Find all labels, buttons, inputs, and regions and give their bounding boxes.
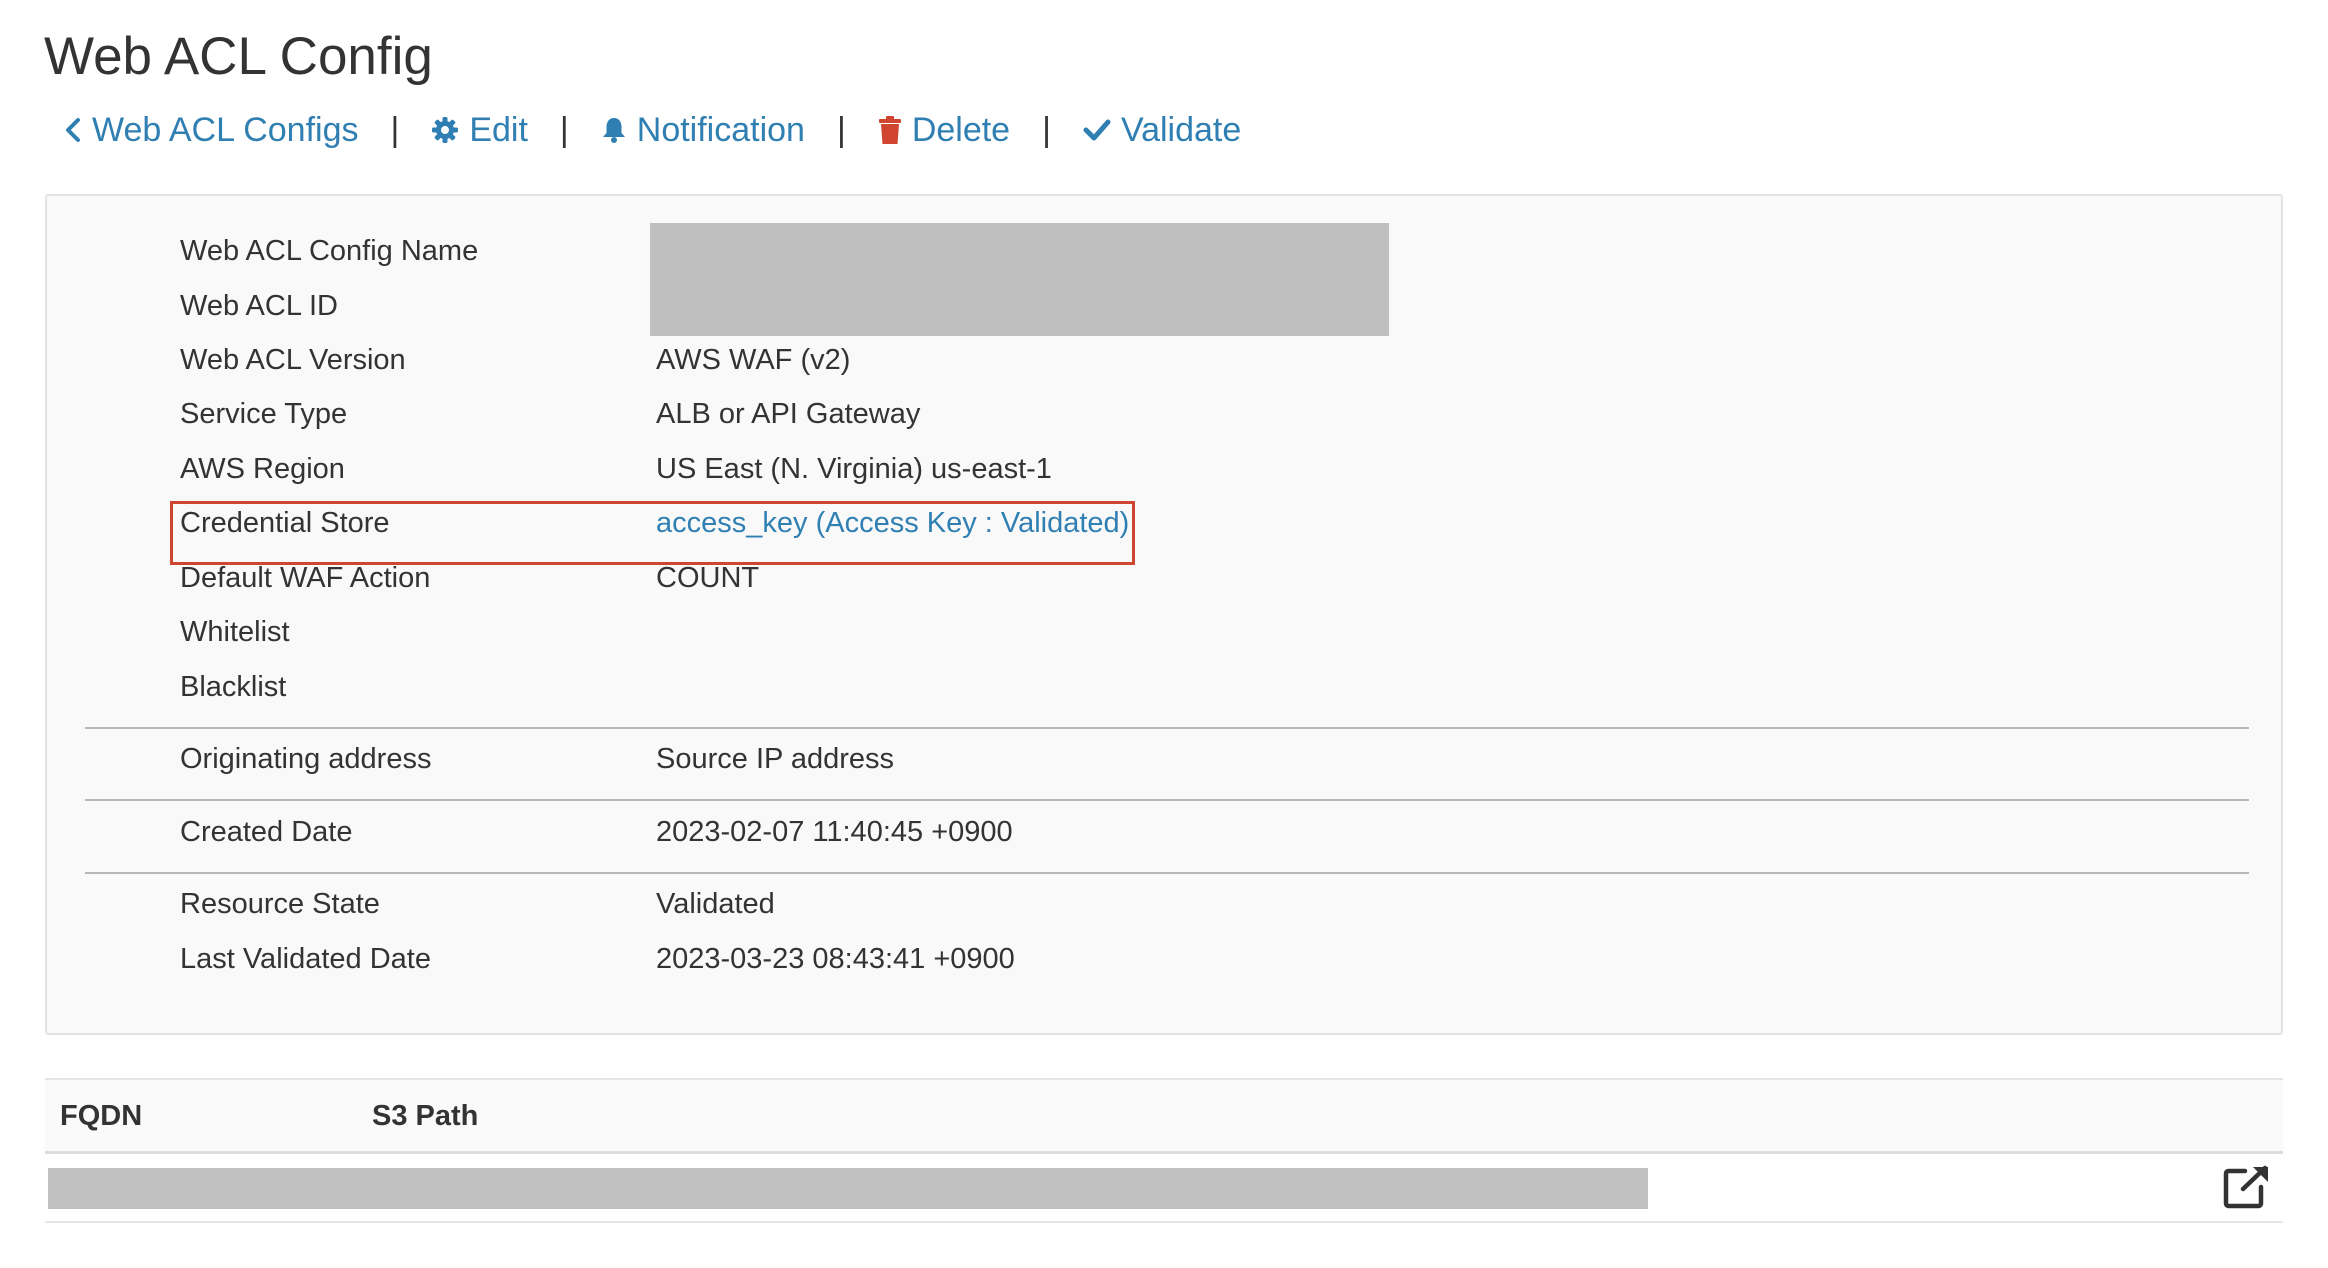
fqdn-table: FQDN S3 Path bbox=[45, 1078, 2283, 1223]
detail-label: Last Validated Date bbox=[180, 943, 431, 975]
notification-button[interactable]: Notification bbox=[601, 111, 805, 150]
section-divider bbox=[85, 799, 2249, 801]
detail-label: Web ACL ID bbox=[180, 290, 338, 322]
column-header-s3-path[interactable]: S3 Path bbox=[372, 1080, 478, 1152]
external-link-icon[interactable] bbox=[2223, 1165, 2271, 1209]
action-separator: | bbox=[559, 110, 569, 149]
gear-icon bbox=[431, 116, 469, 144]
detail-row-web-acl-version: Web ACL Version AWS WAF (v2) bbox=[47, 333, 2281, 387]
chevron-left-icon bbox=[64, 117, 92, 143]
detail-row-default-waf-action: Default WAF Action COUNT bbox=[47, 551, 2281, 605]
edit-button[interactable]: Edit bbox=[431, 111, 528, 150]
section-divider bbox=[85, 727, 2249, 729]
bell-icon bbox=[601, 116, 637, 144]
detail-value: Source IP address bbox=[656, 743, 895, 775]
detail-value: Validated bbox=[656, 888, 775, 920]
detail-label: Web ACL Config Name bbox=[180, 235, 479, 267]
detail-row-web-acl-id: Web ACL ID bbox=[47, 279, 2281, 333]
detail-value: 2023-02-07 11:40:45 +0900 bbox=[656, 816, 1013, 848]
back-link-label: Web ACL Configs bbox=[92, 110, 359, 149]
detail-label: Web ACL Version bbox=[180, 344, 406, 376]
detail-row-last-validated-date: Last Validated Date 2023-03-23 08:43:41 … bbox=[47, 932, 2281, 986]
table-header: FQDN S3 Path bbox=[45, 1078, 2283, 1154]
action-separator: | bbox=[836, 110, 846, 149]
validate-label: Validate bbox=[1120, 110, 1242, 149]
notification-label: Notification bbox=[636, 110, 805, 149]
action-bar: Web ACL Configs | Edit | Notification | … bbox=[64, 104, 1241, 156]
detail-row-created-date: Created Date 2023-02-07 11:40:45 +0900 bbox=[47, 805, 2281, 859]
action-separator: | bbox=[390, 110, 400, 149]
back-to-web-acl-configs-link[interactable]: Web ACL Configs bbox=[64, 111, 358, 150]
detail-label: Credential Store bbox=[180, 507, 390, 539]
credential-store-link[interactable]: access_key (Access Key : Validated) bbox=[656, 496, 1129, 550]
detail-row-credential-store: Credential Store access_key (Access Key … bbox=[47, 496, 2281, 550]
delete-button[interactable]: Delete bbox=[878, 111, 1010, 150]
action-separator: | bbox=[1042, 110, 1051, 149]
detail-label: Service Type bbox=[180, 398, 348, 430]
check-icon bbox=[1083, 118, 1121, 142]
detail-row-service-type: Service Type ALB or API Gateway bbox=[47, 387, 2281, 441]
redacted-row-content bbox=[48, 1168, 1648, 1209]
detail-label: Whitelist bbox=[180, 616, 290, 648]
detail-value: US East (N. Virginia) us-east-1 bbox=[656, 453, 1052, 485]
detail-value: ALB or API Gateway bbox=[656, 398, 921, 430]
detail-label: AWS Region bbox=[180, 453, 345, 485]
details-panel: Web ACL Config Name Web ACL ID Web ACL V… bbox=[45, 194, 2283, 1035]
detail-row-whitelist: Whitelist bbox=[47, 605, 2281, 659]
column-header-fqdn[interactable]: FQDN bbox=[60, 1080, 142, 1152]
detail-row-aws-region: AWS Region US East (N. Virginia) us-east… bbox=[47, 442, 2281, 496]
detail-row-resource-state: Resource State Validated bbox=[47, 877, 2281, 931]
edit-label: Edit bbox=[469, 110, 528, 149]
detail-label: Default WAF Action bbox=[180, 562, 431, 594]
detail-value: COUNT bbox=[656, 562, 760, 594]
detail-label: Resource State bbox=[180, 888, 380, 920]
detail-value: AWS WAF (v2) bbox=[656, 344, 851, 376]
detail-label: Originating address bbox=[180, 743, 432, 775]
detail-row-originating-address: Originating address Source IP address bbox=[47, 732, 2281, 786]
table-row bbox=[45, 1154, 2283, 1223]
delete-label: Delete bbox=[911, 110, 1011, 149]
detail-row-web-acl-config-name: Web ACL Config Name bbox=[47, 224, 2281, 278]
validate-button[interactable]: Validate bbox=[1083, 111, 1241, 150]
detail-label: Created Date bbox=[180, 816, 353, 848]
section-divider bbox=[85, 872, 2249, 874]
detail-row-blacklist: Blacklist bbox=[47, 660, 2281, 714]
trash-icon bbox=[878, 115, 912, 145]
detail-value: 2023-03-23 08:43:41 +0900 bbox=[656, 943, 1015, 975]
detail-label: Blacklist bbox=[180, 671, 287, 703]
page-title: Web ACL Config bbox=[44, 27, 433, 86]
